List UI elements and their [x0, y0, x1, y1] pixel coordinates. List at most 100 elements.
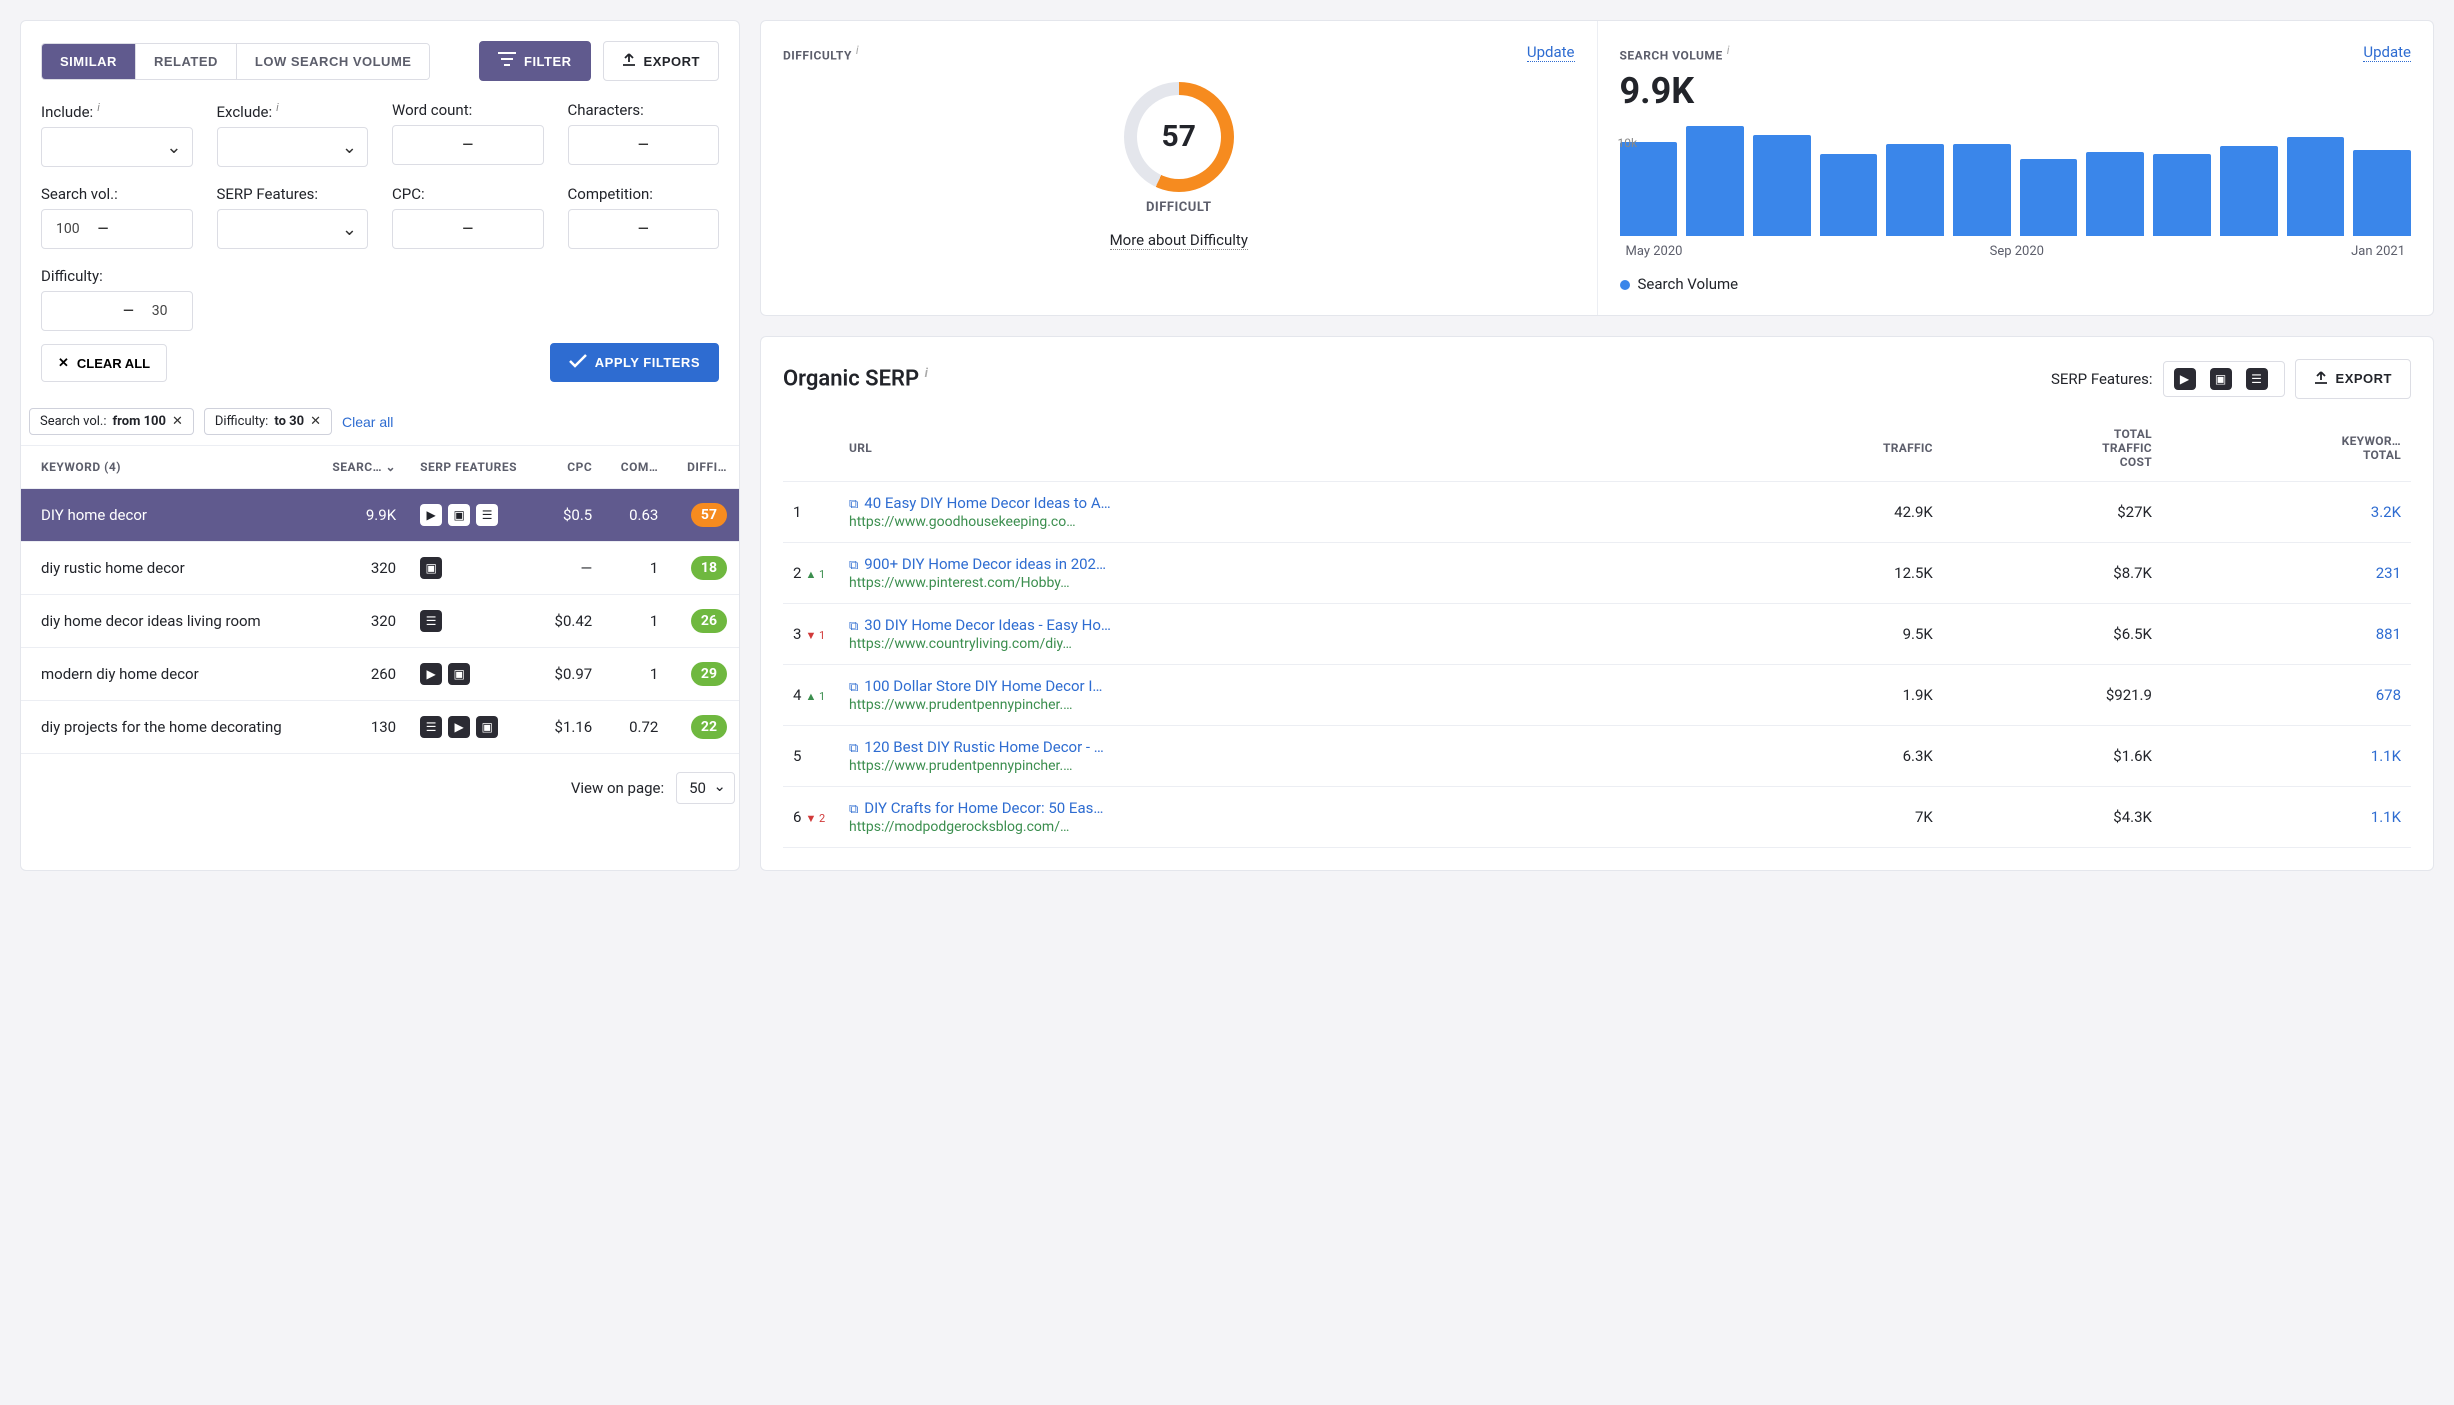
- kwtotal-cell[interactable]: 1.1K: [2162, 786, 2411, 847]
- external-link-icon[interactable]: ⧉: [849, 741, 858, 756]
- rank-cell: 5: [783, 725, 839, 786]
- serp-cell: ☰: [408, 595, 538, 648]
- serp-row[interactable]: 1 ⧉40 Easy DIY Home Decor Ideas to A…htt…: [783, 481, 2411, 542]
- serp-cell: ☰▶▣: [408, 701, 538, 754]
- export-button[interactable]: EXPORT: [603, 41, 719, 81]
- volume-legend: Search Volume: [1620, 275, 2412, 293]
- active-filter-chips: Search vol.: from 100 ✕ Difficulty: to 30…: [21, 398, 739, 445]
- filter-button[interactable]: FILTER: [479, 41, 591, 81]
- list-icon: ☰: [476, 504, 498, 526]
- kwtotal-cell[interactable]: 678: [2162, 664, 2411, 725]
- serp-row[interactable]: 6▼ 2 ⧉DIY Crafts for Home Decor: 50 Eas……: [783, 786, 2411, 847]
- remove-chip-icon[interactable]: ✕: [172, 414, 183, 429]
- apply-label: APPLY FILTERS: [595, 355, 700, 370]
- kwtotal-cell[interactable]: 231: [2162, 542, 2411, 603]
- kwtotal-cell[interactable]: 1.1K: [2162, 725, 2411, 786]
- url-cell[interactable]: ⧉120 Best DIY Rustic Home Decor - …https…: [839, 725, 1724, 786]
- volume-bar: [2353, 150, 2411, 236]
- col-comp[interactable]: COM…: [604, 446, 670, 489]
- cost-cell: $27K: [1943, 481, 2162, 542]
- external-link-icon[interactable]: ⧉: [849, 497, 858, 512]
- serp-row[interactable]: 5 ⧉120 Best DIY Rustic Home Decor - …htt…: [783, 725, 2411, 786]
- rank-cell: 1: [783, 481, 839, 542]
- clear-all-button[interactable]: ✕ CLEAR ALL: [41, 344, 167, 382]
- kwtotal-cell[interactable]: 3.2K: [2162, 481, 2411, 542]
- upload-icon: [2314, 370, 2328, 388]
- exclude-select[interactable]: [217, 127, 369, 167]
- image-icon: ▣: [448, 504, 470, 526]
- tab-similar[interactable]: SIMILAR: [42, 44, 135, 79]
- include-label: Include:i: [41, 101, 193, 121]
- clear-all-chips-link[interactable]: Clear all: [342, 414, 393, 430]
- volume-xlabels: May 2020 Sep 2020 Jan 2021: [1620, 244, 2412, 259]
- serp-row[interactable]: 2▲ 1 ⧉900+ DIY Home Decor ideas in 202…h…: [783, 542, 2411, 603]
- col-url[interactable]: URL: [839, 415, 1724, 482]
- serp-cell: ▶▣☰: [408, 489, 538, 542]
- col-diff[interactable]: DIFFI…: [670, 446, 739, 489]
- list-icon: ☰: [2246, 368, 2268, 390]
- volume-barchart: 10k: [1620, 126, 2412, 236]
- filter-chip[interactable]: Search vol.: from 100 ✕: [29, 408, 194, 435]
- list-icon: ☰: [420, 610, 442, 632]
- search-cell: 130: [314, 701, 408, 754]
- serp-export-button[interactable]: EXPORT: [2295, 359, 2411, 399]
- organic-serp-panel: Organic SERP i SERP Features: ▶ ▣ ☰ EXPO…: [760, 336, 2434, 871]
- clear-all-label: CLEAR ALL: [77, 356, 150, 371]
- cpc-label: CPC:: [392, 185, 544, 203]
- searchvol-input[interactable]: 100—: [41, 209, 193, 249]
- export-label: EXPORT: [644, 54, 700, 69]
- external-link-icon[interactable]: ⧉: [849, 619, 858, 634]
- page-size-select[interactable]: 50: [676, 772, 735, 804]
- url-cell[interactable]: ⧉100 Dollar Store DIY Home Decor I…https…: [839, 664, 1724, 725]
- video-icon: ▶: [448, 716, 470, 738]
- characters-input[interactable]: —: [568, 125, 720, 165]
- remove-chip-icon[interactable]: ✕: [310, 414, 321, 429]
- serp-row[interactable]: 4▲ 1 ⧉100 Dollar Store DIY Home Decor I……: [783, 664, 2411, 725]
- col-kw[interactable]: KEYWOR… TOTAL: [2162, 415, 2411, 482]
- include-select[interactable]: [41, 127, 193, 167]
- url-cell[interactable]: ⧉30 DIY Home Decor Ideas - Easy Ho…https…: [839, 603, 1724, 664]
- col-keyword[interactable]: KEYWORD (4): [21, 446, 314, 489]
- keyword-row[interactable]: DIY home decor 9.9K ▶▣☰ $0.5 0.63 57: [21, 489, 739, 542]
- diff-cell: 26: [670, 595, 739, 648]
- col-serp[interactable]: SERP FEATURES: [408, 446, 538, 489]
- keyword-row[interactable]: diy home decor ideas living room 320 ☰ $…: [21, 595, 739, 648]
- kwtotal-cell[interactable]: 881: [2162, 603, 2411, 664]
- difficulty-gauge: 57: [1124, 82, 1234, 192]
- external-link-icon[interactable]: ⧉: [849, 802, 858, 817]
- image-icon: ▣: [448, 663, 470, 685]
- url-cell[interactable]: ⧉DIY Crafts for Home Decor: 50 Eas…https…: [839, 786, 1724, 847]
- volume-update-link[interactable]: Update: [2363, 43, 2411, 62]
- col-cpc[interactable]: CPC: [538, 446, 604, 489]
- col-traffic[interactable]: TRAFFIC: [1724, 415, 1943, 482]
- external-link-icon[interactable]: ⧉: [849, 680, 858, 695]
- url-cell[interactable]: ⧉40 Easy DIY Home Decor Ideas to A…https…: [839, 481, 1724, 542]
- filter-label: FILTER: [524, 54, 572, 69]
- tab-low-search-volume[interactable]: LOW SEARCH VOLUME: [236, 44, 430, 79]
- comp-cell: 1: [604, 542, 670, 595]
- keyword-row[interactable]: diy rustic home decor 320 ▣ — 1 18: [21, 542, 739, 595]
- cpc-input[interactable]: —: [392, 209, 544, 249]
- difficulty-update-link[interactable]: Update: [1527, 43, 1575, 62]
- difficulty-label: Difficulty:: [41, 267, 193, 285]
- url-cell[interactable]: ⧉900+ DIY Home Decor ideas in 202…https:…: [839, 542, 1724, 603]
- volume-bar: [2287, 137, 2345, 236]
- keyword-row[interactable]: diy projects for the home decorating 130…: [21, 701, 739, 754]
- keyword-row[interactable]: modern diy home decor 260 ▶▣ $0.97 1 29: [21, 648, 739, 701]
- volume-bar: [2086, 152, 2144, 236]
- col-cost[interactable]: TOTAL TRAFFIC COST: [1943, 415, 2162, 482]
- kw-cell: diy rustic home decor: [21, 542, 314, 595]
- competition-input[interactable]: —: [568, 209, 720, 249]
- apply-filters-button[interactable]: APPLY FILTERS: [550, 343, 719, 382]
- kw-cell: diy projects for the home decorating: [21, 701, 314, 754]
- more-about-difficulty-link[interactable]: More about Difficulty: [1110, 231, 1248, 250]
- filter-chip[interactable]: Difficulty: to 30 ✕: [204, 408, 332, 435]
- external-link-icon[interactable]: ⧉: [849, 558, 858, 573]
- serpfeat-select[interactable]: [217, 209, 369, 249]
- serp-row[interactable]: 3▼ 1 ⧉30 DIY Home Decor Ideas - Easy Ho……: [783, 603, 2411, 664]
- tab-related[interactable]: RELATED: [135, 44, 236, 79]
- difficulty-input[interactable]: —30: [41, 291, 193, 331]
- col-search[interactable]: SEARC… ⌄: [314, 446, 408, 489]
- cpc-cell: $0.42: [538, 595, 604, 648]
- wordcount-input[interactable]: —: [392, 125, 544, 165]
